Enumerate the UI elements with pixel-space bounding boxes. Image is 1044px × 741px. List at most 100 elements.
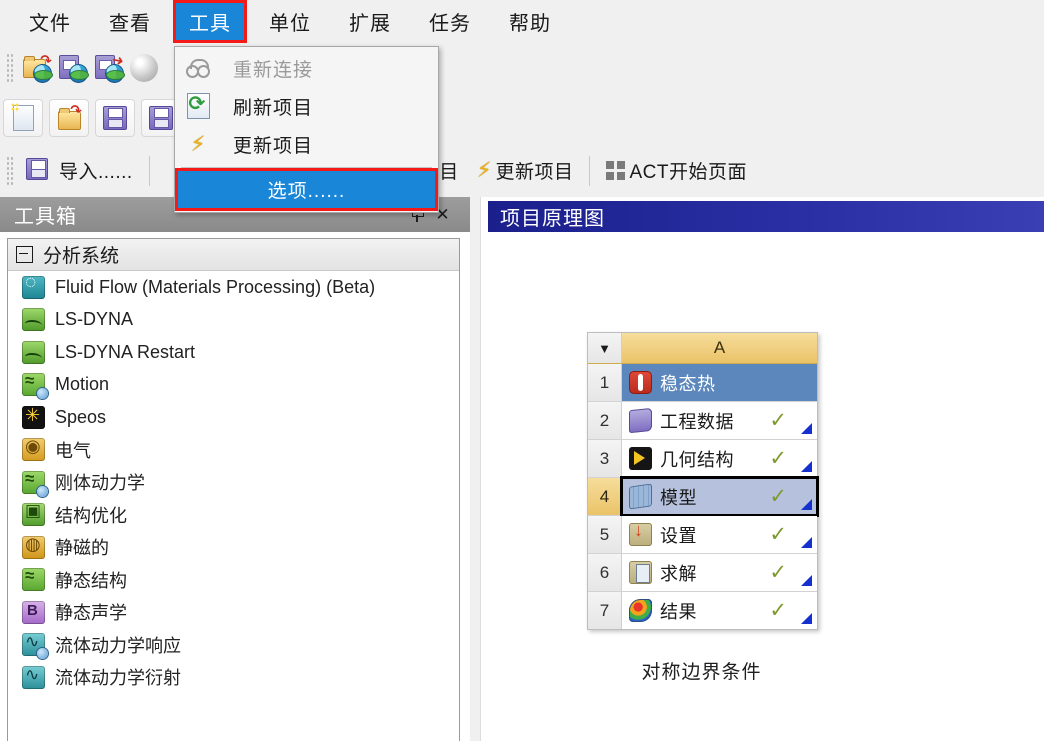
menu-option-label: 重新连接 bbox=[233, 59, 314, 81]
structural-optimization-icon bbox=[22, 501, 45, 527]
steady-state-thermal-icon bbox=[629, 371, 652, 394]
row-number: 4 bbox=[588, 478, 622, 515]
toolbox-item-ls-dyna[interactable]: LS-DYNA bbox=[8, 304, 459, 337]
motion-icon bbox=[22, 371, 48, 400]
menu-item-tools[interactable]: 工具 bbox=[176, 3, 244, 40]
table-row[interactable]: 2 工程数据 ✓ bbox=[588, 402, 817, 440]
restore-archive-icon[interactable]: ↷ bbox=[22, 50, 54, 83]
solution-icon bbox=[629, 561, 652, 584]
toolbox-item-label: Motion bbox=[55, 374, 110, 395]
row-cell: 工程数据 ✓ bbox=[622, 402, 817, 439]
menu-item-help[interactable]: 帮助 bbox=[496, 3, 564, 40]
setup-icon bbox=[629, 520, 652, 546]
expand-triangle-icon[interactable] bbox=[801, 575, 812, 586]
open-project-icon[interactable]: ↷ bbox=[49, 99, 89, 137]
status-check-icon: ✓ bbox=[769, 599, 787, 622]
menu-option-label: 更新项目 bbox=[233, 135, 314, 157]
expand-triangle-icon[interactable] bbox=[801, 423, 812, 434]
toolbox-item-fluid-flow-materials-processing[interactable]: Fluid Flow (Materials Processing) (Beta) bbox=[8, 271, 459, 304]
table-row[interactable]: 3 几何结构 ✓ bbox=[588, 440, 817, 478]
toolbox-item-label: LS-DYNA bbox=[55, 309, 134, 330]
toolbox-item-label: 静态声学 bbox=[55, 603, 127, 624]
toolbar-separator-1 bbox=[148, 155, 150, 186]
table-corner-dropdown-icon[interactable]: ▼ bbox=[588, 333, 622, 363]
menu-option-refresh-project[interactable]: 刷新项目 bbox=[175, 87, 438, 125]
menu-item-view[interactable]: 查看 bbox=[96, 3, 164, 40]
archive-project-icon[interactable] bbox=[58, 53, 89, 83]
ls-dyna-icon bbox=[22, 308, 45, 332]
toolbox-item-static-acoustics[interactable]: 静态声学 bbox=[8, 596, 459, 629]
table-row[interactable]: 1 稳态热 bbox=[588, 364, 817, 402]
sphere-icon[interactable] bbox=[130, 53, 160, 83]
menu-bar: 文件 查看 工具 单位 扩展 任务 帮助 bbox=[0, 0, 1044, 44]
row-number: 5 bbox=[588, 516, 622, 553]
toolbox-group-analysis-systems[interactable]: 分析系统 bbox=[8, 239, 459, 271]
toolbox-item-static-structural[interactable]: 静态结构 bbox=[8, 564, 459, 597]
menu-item-units[interactable]: 单位 bbox=[256, 3, 324, 40]
toolbox-group-label: 分析系统 bbox=[43, 246, 120, 267]
toolbar-grip[interactable] bbox=[5, 52, 14, 83]
project-schematic-panel: 项目原理图 ▼ A 1 稳态热 2 工程数据 ✓ 3 几何结构 ✓ 4 模型 ✓… bbox=[470, 197, 1044, 741]
toolbar-grip-2[interactable] bbox=[5, 155, 14, 186]
toolbox-item-label: 静磁的 bbox=[55, 538, 109, 559]
toolbar-row-archive: ↷ ➜ bbox=[0, 43, 1044, 93]
export-project-icon[interactable]: ➜ bbox=[94, 50, 126, 83]
row-label: 稳态热 bbox=[660, 373, 716, 394]
table-row[interactable]: 7 结果 ✓ bbox=[588, 592, 817, 629]
row-label: 几何结构 bbox=[660, 449, 734, 470]
update-project-button[interactable]: ⚡ 更新项目 bbox=[473, 155, 578, 186]
toolbox-item-hydrodynamic-diffraction[interactable]: 流体动力学衍射 bbox=[8, 661, 459, 694]
toolbox-item-ls-dyna-restart[interactable]: LS-DYNA Restart bbox=[8, 336, 459, 369]
toolbox-item-label: 静态结构 bbox=[55, 570, 127, 591]
row-number: 6 bbox=[588, 554, 622, 591]
status-check-icon: ✓ bbox=[769, 523, 787, 546]
table-row[interactable]: 5 设置 ✓ bbox=[588, 516, 817, 554]
ls-dyna-restart-icon bbox=[22, 340, 45, 364]
menu-option-update-project[interactable]: ⚡ 更新项目 bbox=[175, 125, 438, 163]
row-label: 设置 bbox=[660, 525, 697, 546]
results-icon bbox=[629, 599, 652, 622]
collapse-icon[interactable] bbox=[16, 246, 33, 263]
menu-item-jobs[interactable]: 任务 bbox=[416, 3, 484, 40]
expand-triangle-icon[interactable] bbox=[801, 499, 812, 510]
fluid-flow-materials-processing-icon bbox=[22, 272, 45, 299]
toolbox-item-rigid-body-dynamics[interactable]: 刚体动力学 bbox=[8, 466, 459, 499]
menu-option-reconnect[interactable]: 重新连接 bbox=[175, 49, 438, 87]
toolbox-item-structural-optimization[interactable]: 结构优化 bbox=[8, 499, 459, 532]
row-label: 结果 bbox=[660, 601, 697, 622]
table-row[interactable]: 6 求解 ✓ bbox=[588, 554, 817, 592]
toolbox-item-magnetostatic[interactable]: 静磁的 bbox=[8, 531, 459, 564]
hydrodynamic-diffraction-icon bbox=[22, 665, 45, 689]
toolbox-item-hydrodynamic-response[interactable]: 流体动力学响应 bbox=[8, 629, 459, 662]
toolbox-item-label: Speos bbox=[55, 406, 107, 427]
toolbox-item-electric[interactable]: 电气 bbox=[8, 434, 459, 467]
toolbox-item-label: 流体动力学响应 bbox=[55, 635, 181, 656]
geometry-icon bbox=[629, 447, 652, 470]
menu-item-extensions[interactable]: 扩展 bbox=[336, 3, 404, 40]
expand-triangle-icon[interactable] bbox=[801, 537, 812, 548]
ansys-workbench-window: 文件 查看 工具 单位 扩展 任务 帮助 ↷ ➜ ↷ 导入...... 项目 ⚡… bbox=[0, 0, 1044, 741]
new-project-icon[interactable] bbox=[3, 99, 43, 137]
import-button[interactable]: 导入...... bbox=[19, 155, 137, 186]
toolbox-title: 工具箱 bbox=[14, 206, 77, 228]
table-row[interactable]: 4 模型 ✓ bbox=[588, 476, 819, 517]
menu-item-file[interactable]: 文件 bbox=[16, 3, 84, 40]
static-acoustics-icon bbox=[22, 600, 45, 624]
save-project-icon[interactable] bbox=[95, 99, 135, 137]
toolbox-item-speos[interactable]: Speos bbox=[8, 401, 459, 434]
act-start-page-button[interactable]: ACT开始页面 bbox=[602, 155, 751, 186]
schematic-caption: 对称边界条件 bbox=[641, 662, 762, 683]
pane-divider[interactable] bbox=[470, 197, 481, 741]
table-column-header-a[interactable]: A bbox=[622, 333, 817, 363]
row-cell: 设置 ✓ bbox=[622, 516, 817, 553]
toolbox-item-motion[interactable]: Motion bbox=[8, 369, 459, 402]
act-start-page-label: ACT开始页面 bbox=[629, 162, 747, 183]
expand-triangle-icon[interactable] bbox=[801, 613, 812, 624]
table-header-row: ▼ A bbox=[588, 333, 817, 364]
menu-option-options[interactable]: 选项...... bbox=[175, 168, 438, 211]
rigid-body-dynamics-icon bbox=[22, 469, 48, 497]
refresh-project-icon bbox=[181, 91, 215, 119]
status-check-icon: ✓ bbox=[769, 561, 787, 584]
row-cell: 结果 ✓ bbox=[622, 592, 817, 629]
expand-triangle-icon[interactable] bbox=[801, 461, 812, 472]
